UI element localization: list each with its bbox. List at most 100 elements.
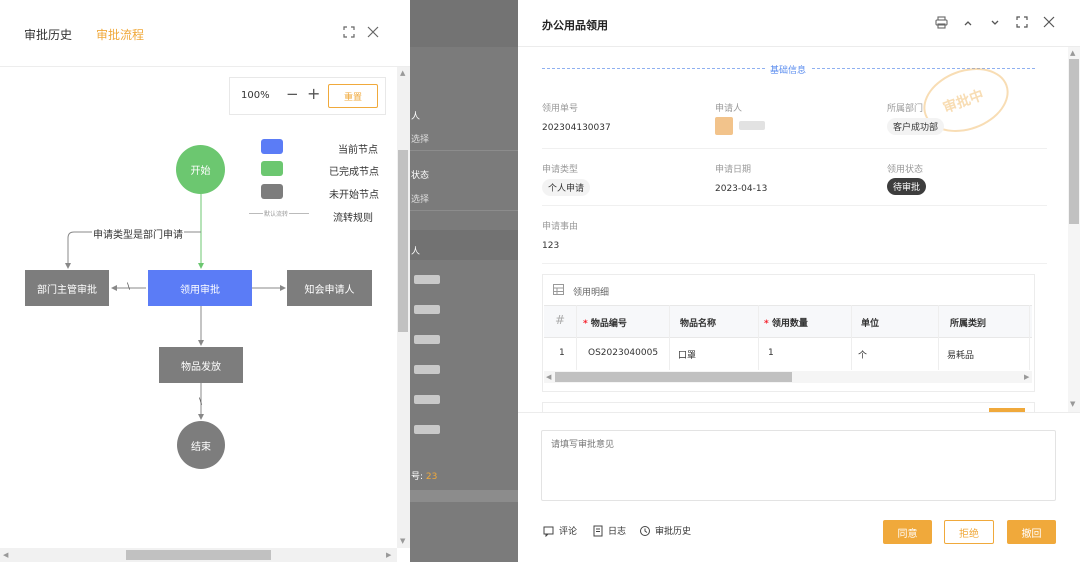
blurred-cell [414, 395, 440, 404]
detail-title: 领用明细 [573, 288, 610, 298]
bg-label: 人 [411, 247, 421, 257]
comment-link[interactable]: 评论 [543, 524, 577, 537]
withdraw-button[interactable]: 撤回 [1007, 520, 1056, 544]
vertical-scrollbar[interactable]: ▲ ▼ [1068, 47, 1080, 412]
bg-header [410, 0, 518, 47]
flow-slash-mark: \ [199, 397, 203, 407]
field-label: 申请人 [715, 104, 743, 114]
scroll-left-icon[interactable]: ◀ [546, 373, 551, 381]
blurred-cell [414, 425, 440, 434]
background-overlay: 人 选择 状态 选择 人 号: 23 [410, 0, 518, 562]
log-label: 日志 [608, 527, 627, 537]
request-reason: 123 [542, 241, 560, 251]
fullscreen-icon[interactable] [1016, 16, 1028, 31]
comment-label: 评论 [559, 527, 578, 537]
required-mark: * [764, 319, 769, 329]
request-date: 2023-04-13 [715, 184, 768, 194]
table-horizontal-scrollbar[interactable]: ◀ ▶ [544, 371, 1032, 383]
bg-footer-text: 号: 23 [411, 469, 437, 482]
bg-label: 人 [411, 112, 421, 122]
field-label: 申请类型 [542, 165, 579, 175]
column-header-text: 领用数量 [771, 319, 808, 329]
blurred-cell [414, 275, 440, 284]
status-badge: 待审批 [887, 178, 927, 195]
blurred-cell [414, 305, 440, 314]
field-label: 领用单号 [542, 104, 579, 114]
required-mark: * [583, 319, 588, 329]
approval-stamp: 审批中 [902, 36, 1030, 164]
field-label: 申请日期 [715, 165, 752, 175]
horizontal-scrollbar[interactable]: ◀ ▶ [0, 548, 397, 562]
scroll-up-icon[interactable]: ▲ [400, 69, 405, 77]
close-icon[interactable] [1043, 16, 1055, 31]
column-header: # [555, 313, 566, 327]
bg-table-head [410, 230, 518, 260]
blurred-applicant-name [739, 121, 765, 130]
log-link[interactable]: 日志 [592, 524, 626, 537]
column-header: * 物品编号 [583, 316, 627, 329]
row-divider [542, 263, 1047, 264]
vertical-scrollbar[interactable]: ▲ ▼ [397, 67, 410, 548]
opinion-textarea[interactable] [541, 430, 1056, 501]
blurred-cell [414, 335, 440, 344]
history-icon [640, 525, 650, 536]
bg-label: 选择 [411, 135, 430, 145]
section-title: 基础信息 [765, 63, 812, 76]
blurred-cell [414, 365, 440, 374]
column-header: 物品名称 [680, 319, 717, 329]
approval-history-link[interactable]: 审批历史 [639, 524, 691, 537]
bg-footer-prefix: 号: [411, 472, 426, 482]
scroll-left-icon[interactable]: ◀ [3, 551, 8, 559]
request-type-tag: 个人申请 [542, 179, 591, 196]
flow-node-dept-approval[interactable]: 部门主管审批 [25, 270, 109, 306]
flow-node-notify[interactable]: 知会申请人 [287, 270, 372, 306]
reject-button[interactable]: 拒绝 [944, 520, 994, 544]
column-header-text: 物品编号 [590, 319, 627, 329]
bg-scrollbar [410, 490, 518, 502]
cell-item-name: 口罩 [678, 351, 697, 361]
scroll-up-icon[interactable]: ▲ [1070, 49, 1075, 57]
cell-index: 1 [559, 348, 565, 358]
bg-label: 选择 [411, 195, 430, 205]
chevron-up-icon[interactable] [963, 17, 973, 31]
flow-node-start[interactable]: 开始 [176, 145, 225, 194]
scrollbar-thumb[interactable] [1069, 59, 1079, 224]
comment-icon [543, 526, 554, 537]
approve-button[interactable]: 同意 [883, 520, 932, 544]
flow-node-current[interactable]: 领用审批 [148, 270, 252, 306]
cell-quantity: 1 [768, 348, 774, 358]
avatar [715, 117, 733, 135]
column-header: * 领用数量 [764, 316, 808, 329]
bg-divider [410, 210, 518, 211]
bg-footer-number: 23 [425, 472, 438, 482]
field-label: 领用状态 [887, 165, 924, 175]
scroll-right-icon[interactable]: ▶ [386, 551, 391, 559]
detail-panel: 办公用品领用 基础信息 审批中 领用单号 202304130037 申请人 所属… [518, 0, 1080, 562]
chevron-down-icon[interactable] [990, 17, 1000, 31]
print-icon[interactable] [935, 16, 948, 32]
request-number: 202304130037 [542, 123, 611, 133]
flow-node-issue[interactable]: 物品发放 [159, 347, 243, 383]
scroll-right-icon[interactable]: ▶ [1024, 373, 1029, 381]
row-divider [542, 148, 1047, 149]
approval-history-label: 审批历史 [655, 527, 692, 537]
scrollbar-thumb[interactable] [398, 150, 408, 332]
flow-slash-mark: \ [127, 282, 131, 292]
bg-divider [410, 150, 518, 151]
column-header: 单位 [861, 319, 880, 329]
bg-label: 状态 [411, 171, 430, 181]
scroll-down-icon[interactable]: ▼ [400, 537, 405, 545]
field-label: 所属部门 [887, 104, 924, 114]
cell-unit: 个 [858, 351, 868, 361]
row-divider [542, 205, 1047, 206]
flow-node-end[interactable]: 结束 [177, 421, 225, 469]
approval-flow-panel: 审批历史 审批流程 100% − + 重置 当前节点 已完成节点 未开始节点 默… [0, 0, 410, 562]
flow-condition-label: 申请类型是部门申请 [92, 226, 184, 241]
scroll-down-icon[interactable]: ▼ [1070, 400, 1075, 408]
scrollbar-thumb[interactable] [126, 550, 271, 560]
log-icon [593, 525, 603, 536]
field-label: 申请事由 [542, 222, 579, 232]
scrollbar-thumb[interactable] [555, 372, 792, 382]
table-icon [553, 284, 564, 298]
department-tag: 客户成功部 [887, 118, 945, 135]
